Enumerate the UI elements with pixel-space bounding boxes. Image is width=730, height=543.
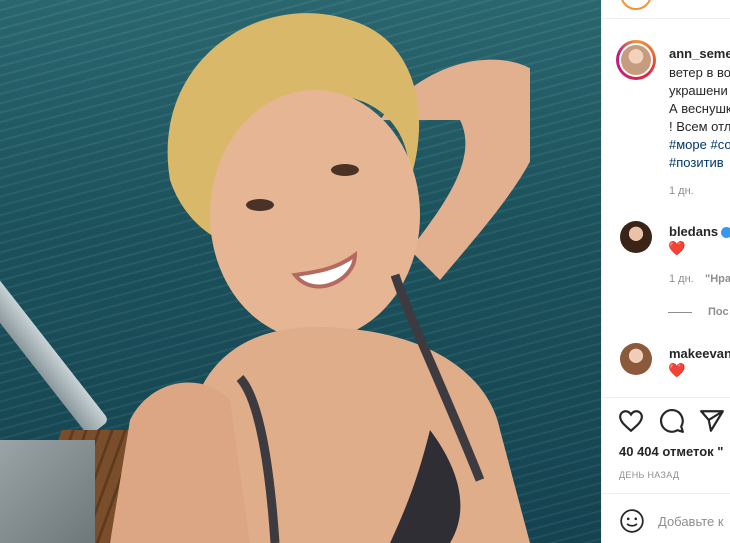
comment-text: ❤️ <box>668 362 686 378</box>
author-username[interactable]: ann_seme <box>669 46 730 61</box>
add-comment-input[interactable] <box>658 508 730 534</box>
comment-time[interactable]: 1 дн. <box>669 273 694 285</box>
likes-count[interactable]: 40 404 отметок " <box>619 444 723 459</box>
deck-plate <box>0 440 95 543</box>
comment-like-count[interactable]: "Нра <box>705 273 730 285</box>
caption-line-4: ! Всем отл <box>669 119 730 134</box>
header-avatar[interactable] <box>620 0 652 10</box>
emoji-icon[interactable] <box>619 508 645 534</box>
commenter-avatar[interactable] <box>620 343 652 375</box>
caption-time[interactable]: 1 дн. <box>669 185 694 197</box>
boat-railing <box>0 255 110 437</box>
heart-icon[interactable] <box>618 408 644 434</box>
caption-line-3: А веснушк <box>669 101 730 116</box>
replies-line <box>668 312 692 313</box>
comment-username[interactable]: makeevan <box>669 346 730 361</box>
author-avatar[interactable] <box>616 40 656 80</box>
post-photo[interactable] <box>0 0 601 543</box>
caption-line-1: ветер в во <box>669 65 730 80</box>
actions-divider <box>602 397 730 398</box>
comment-username[interactable]: bledans <box>669 224 730 239</box>
comment-text: ❤️ <box>668 240 686 256</box>
comment-box-divider <box>602 493 730 494</box>
view-replies-link[interactable]: Пос <box>708 306 729 318</box>
person-figure <box>110 13 530 543</box>
hashtag-line-2[interactable]: #позитив <box>669 154 724 172</box>
commenter-avatar[interactable] <box>620 221 652 253</box>
header-divider <box>602 18 730 19</box>
share-icon[interactable] <box>699 408 725 434</box>
post-date[interactable]: ДЕНЬ НАЗАД <box>619 470 679 480</box>
comment-icon[interactable] <box>659 408 685 434</box>
post-side-panel: ann_seme ветер в во украшени А веснушк !… <box>601 0 730 543</box>
caption-line-2: украшени <box>669 83 728 98</box>
comment-username-text[interactable]: bledans <box>669 224 718 239</box>
hashtag-line-1[interactable]: #море #со <box>669 136 730 154</box>
verified-badge-icon <box>721 227 730 239</box>
